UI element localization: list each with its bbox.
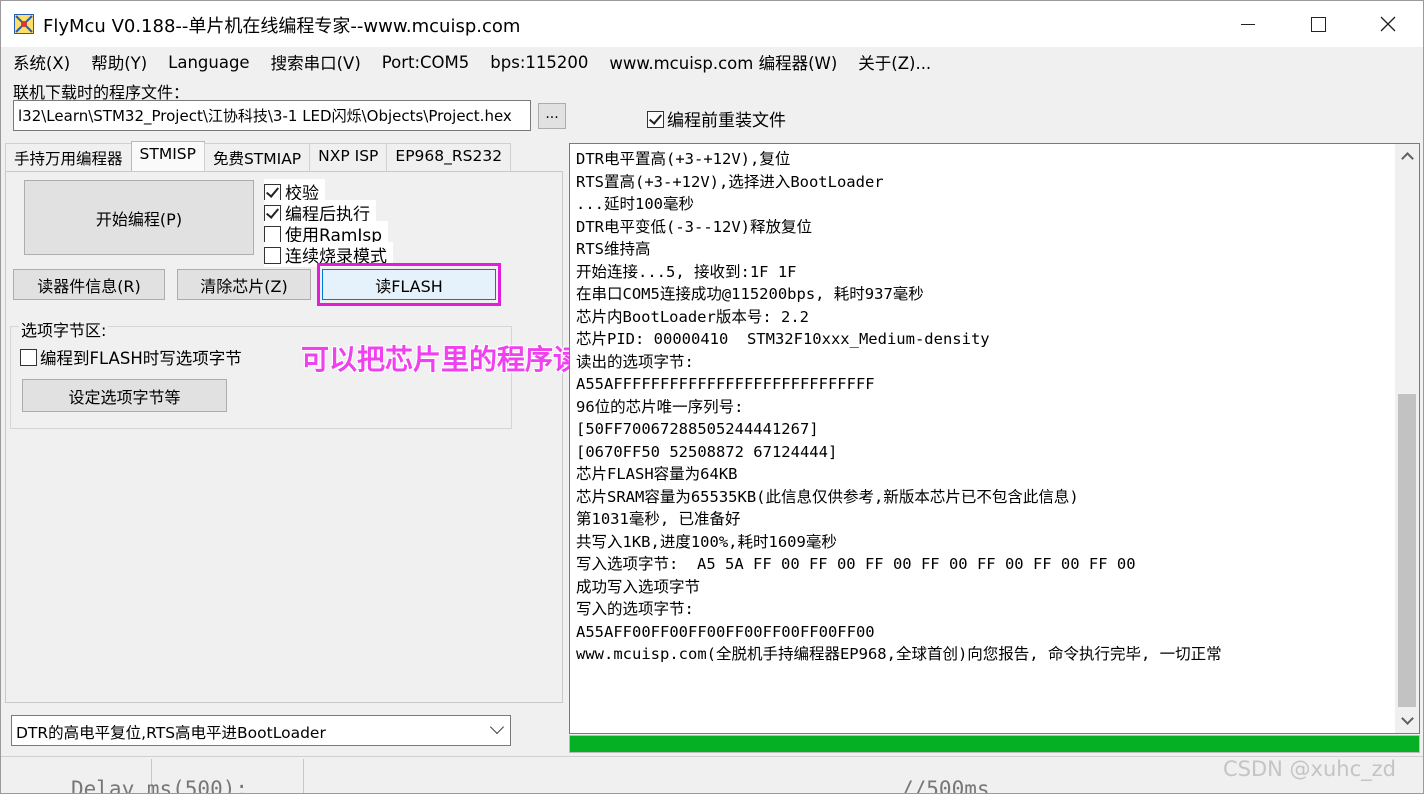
- tab-ep968-rs232[interactable]: EP968_RS232: [386, 143, 512, 171]
- log-line: 芯片FLASH容量为64KB: [576, 465, 738, 483]
- tab-nxp-isp[interactable]: NXP ISP: [309, 143, 388, 171]
- reload-before-program-option[interactable]: 编程前重装文件: [647, 106, 786, 131]
- verify-checkbox[interactable]: [264, 184, 281, 201]
- menu-system[interactable]: 系统(X): [13, 50, 70, 74]
- log-line: ...延时100毫秒: [576, 195, 694, 213]
- menu-about[interactable]: 关于(Z)...: [858, 50, 931, 74]
- write-option-bytes-label: 编程到FLASH时写选项字节: [40, 349, 242, 368]
- menu-baudrate[interactable]: bps:115200: [490, 53, 588, 72]
- background-code-left: Delay_ms(500);: [71, 777, 249, 794]
- log-line: A55AFFFFFFFFFFFFFFFFFFFFFFFFFFFF: [576, 375, 875, 393]
- log-lines: DTR电平置高(+3-+12V),复位 RTS置高(+3-+12V),选择进入Bo…: [576, 148, 1391, 666]
- progress-bar: [569, 735, 1420, 753]
- scroll-up-button[interactable]: [1395, 144, 1419, 168]
- flymcu-window: FlyMcu V0.188--单片机在线编程专家--www.mcuisp.com…: [0, 0, 1424, 794]
- log-line: 读出的选项字节:: [576, 352, 694, 371]
- minimize-button[interactable]: [1213, 1, 1283, 47]
- log-line: 96位的芯片唯一序列号:: [576, 397, 744, 416]
- scroll-down-button[interactable]: [1395, 709, 1419, 733]
- log-line: 开始连接...5, 接收到:1F 1F: [576, 262, 797, 281]
- start-program-button[interactable]: 开始编程(P): [24, 180, 254, 255]
- log-line: 芯片PID: 00000410 STM32F10xxx_Medium-densi…: [576, 330, 990, 348]
- maximize-button[interactable]: [1283, 1, 1353, 47]
- use-ramisp-checkbox[interactable]: [264, 226, 281, 243]
- watermark: CSDN @xuhc_zd: [1223, 757, 1396, 781]
- write-option-bytes-option[interactable]: 编程到FLASH时写选项字节: [20, 345, 242, 369]
- run-after-program-checkbox[interactable]: [264, 205, 281, 222]
- erase-chip-button[interactable]: 清除芯片(Z): [177, 269, 311, 300]
- app-icon: [14, 14, 34, 34]
- tab-stmiap[interactable]: 免费STMIAP: [203, 143, 311, 171]
- log-line: DTR电平置高(+3-+12V),复位: [576, 150, 791, 168]
- log-line: 成功写入选项字节: [576, 577, 701, 596]
- status-separator: [303, 759, 304, 793]
- read-device-info-button[interactable]: 读器件信息(R): [13, 269, 165, 300]
- reset-mode-value: DTR的高电平复位,RTS高电平进BootLoader: [16, 724, 326, 742]
- option-bytes-title: 选项字节区:: [19, 317, 109, 341]
- log-line: 第1031毫秒, 已准备好: [576, 510, 741, 528]
- log-line: 芯片内BootLoader版本号: 2.2: [576, 307, 809, 326]
- log-output[interactable]: DTR电平置高(+3-+12V),复位 RTS置高(+3-+12V),选择进入Bo…: [569, 143, 1420, 734]
- continuous-burn-checkbox[interactable]: [264, 247, 281, 264]
- log-line: 写入的选项字节:: [576, 600, 694, 618]
- log-line: www.mcuisp.com(全脱机手持编程器EP968,全球首创)向您报告, …: [576, 645, 1222, 663]
- reload-label: 编程前重装文件: [667, 111, 786, 131]
- log-line: [50FF70067288505244441267]: [576, 420, 819, 438]
- read-flash-highlight: [317, 263, 501, 306]
- browse-file-button[interactable]: ...: [538, 103, 566, 129]
- tab-stmisp[interactable]: STMISP: [130, 141, 205, 171]
- menu-search-port[interactable]: 搜索串口(V): [271, 50, 361, 74]
- close-icon: [1380, 16, 1396, 32]
- log-line: [0670FF50 52508872 67124444]: [576, 442, 838, 461]
- log-line: DTR电平变低(-3--12V)释放复位: [576, 217, 812, 236]
- window-title: FlyMcu V0.188--单片机在线编程专家--www.mcuisp.com: [43, 16, 521, 37]
- menu-language[interactable]: Language: [168, 53, 249, 72]
- title-bar[interactable]: FlyMcu V0.188--单片机在线编程专家--www.mcuisp.com: [1, 1, 1423, 47]
- chevron-up-icon: [1400, 152, 1414, 165]
- scroll-thumb[interactable]: [1398, 394, 1416, 707]
- chevron-down-icon: [489, 719, 505, 735]
- program-file-input[interactable]: l32\Learn\STM32_Project\江协科技\3-1 LED闪烁\O…: [13, 100, 531, 131]
- menu-port[interactable]: Port:COM5: [382, 53, 470, 72]
- tab-strip: 手持万用编程器 STMISP 免费STMIAP NXP ISP EP968_RS…: [5, 141, 512, 172]
- chevron-down-icon: [1400, 712, 1414, 725]
- log-line: 写入选项字节: A5 5A FF 00 FF 00 FF 00 FF 00 FF…: [576, 555, 1136, 573]
- log-line: A55AFF00FF00FF00FF00FF00FF00FF00: [576, 622, 875, 641]
- menu-programmer[interactable]: www.mcuisp.com 编程器(W): [609, 50, 837, 74]
- log-line: 在串口COM5连接成功@115200bps, 耗时937毫秒: [576, 285, 924, 303]
- reset-mode-select[interactable]: DTR的高电平复位,RTS高电平进BootLoader: [11, 715, 511, 746]
- log-scrollbar[interactable]: [1395, 144, 1419, 733]
- tab-handheld-programmer[interactable]: 手持万用编程器: [5, 143, 132, 171]
- reload-checkbox[interactable]: [647, 111, 664, 128]
- log-line: RTS维持高: [576, 240, 651, 258]
- background-code-right: //500ms: [901, 777, 990, 794]
- menu-help[interactable]: 帮助(Y): [91, 50, 147, 74]
- log-line: RTS置高(+3-+12V),选择进入BootLoader: [576, 172, 884, 191]
- close-button[interactable]: [1353, 1, 1423, 47]
- menu-bar: 系统(X) 帮助(Y) Language 搜索串口(V) Port:COM5 b…: [1, 47, 1423, 77]
- maximize-icon: [1310, 16, 1326, 32]
- set-option-bytes-button[interactable]: 设定选项字节等: [22, 379, 227, 412]
- minimize-icon: [1241, 23, 1255, 25]
- log-line: 芯片SRAM容量为65535KB(此信息仅供参考,新版本芯片已不包含此信息): [576, 487, 1079, 506]
- log-line: 共写入1KB,进度100%,耗时1609毫秒: [576, 532, 837, 551]
- write-option-bytes-checkbox[interactable]: [20, 349, 37, 366]
- progress-fill: [570, 736, 1419, 752]
